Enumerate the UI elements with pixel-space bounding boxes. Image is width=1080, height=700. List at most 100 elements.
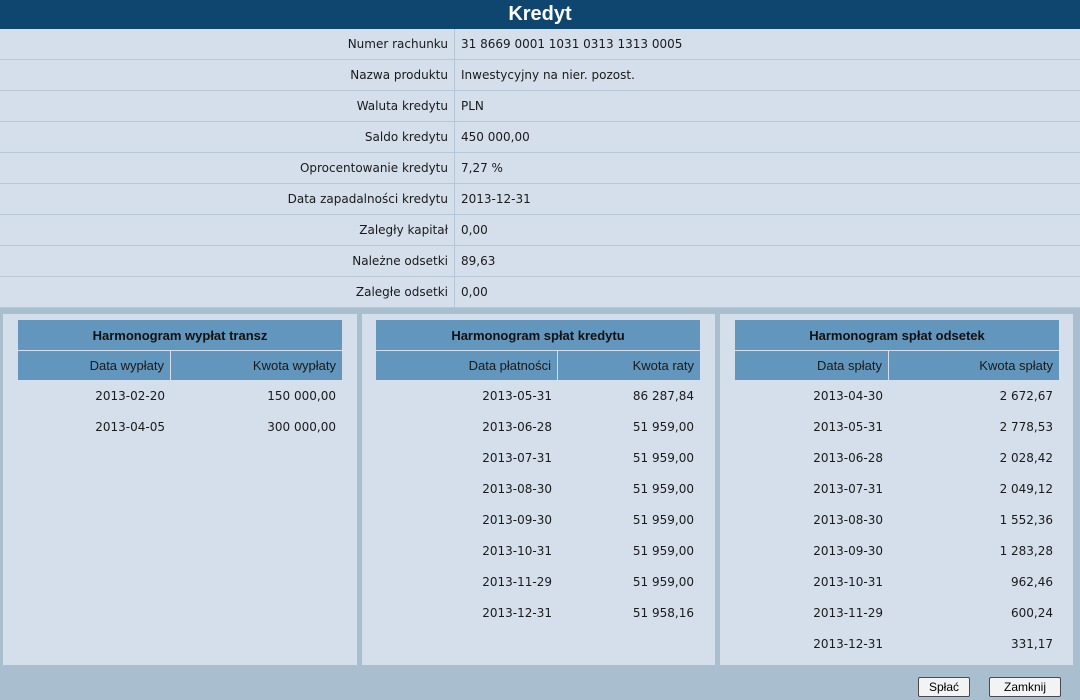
detail-row-overdue-interest: Zaległe odsetki 0,00: [0, 277, 1080, 308]
detail-value: 0,00: [461, 223, 488, 237]
detail-row-product-name: Nazwa produktu Inwestycyjny na nier. poz…: [0, 60, 1080, 91]
detail-row-due-interest: Należne odsetki 89,63: [0, 246, 1080, 277]
table-row: 2013-06-28 51 959,00: [376, 412, 700, 443]
row-date: 2013-12-31: [482, 606, 552, 620]
table-row: 2013-07-31 2 049,12: [735, 474, 1059, 505]
row-amount: 86 287,84: [632, 389, 694, 403]
loan-details: Numer rachunku 31 8669 0001 1031 0313 13…: [0, 29, 1080, 308]
row-date: 2013-11-29: [813, 606, 883, 620]
row-date: 2013-09-30: [482, 513, 552, 527]
row-amount: 331,17: [1011, 637, 1053, 651]
row-amount: 51 959,00: [632, 420, 694, 434]
table-row: 2013-04-05 300 000,00: [18, 412, 342, 443]
table-row: 2013-05-31 2 778,53: [735, 412, 1059, 443]
table-row: 2013-07-31 51 959,00: [376, 443, 700, 474]
row-amount: 150 000,00: [267, 389, 336, 403]
detail-value: 0,00: [461, 285, 488, 299]
detail-value: 450 000,00: [461, 130, 530, 144]
detail-label: Waluta kredytu: [0, 91, 455, 121]
detail-row-maturity-date: Data zapadalności kredytu 2013-12-31: [0, 184, 1080, 215]
row-date: 2013-11-29: [482, 575, 552, 589]
row-amount: 51 958,16: [632, 606, 694, 620]
row-amount: 1 552,36: [999, 513, 1053, 527]
detail-label: Zaległe odsetki: [0, 277, 455, 307]
detail-value: 7,27 %: [461, 161, 503, 175]
table-row: 2013-09-30 51 959,00: [376, 505, 700, 536]
detail-label: Zaległy kapitał: [0, 215, 455, 245]
column-header-row: Data płatności Kwota raty: [376, 351, 700, 380]
detail-label: Należne odsetki: [0, 246, 455, 276]
detail-row-interest-rate: Oprocentowanie kredytu 7,27 %: [0, 153, 1080, 184]
row-date: 2013-02-20: [95, 389, 165, 403]
table-row: 2013-05-31 86 287,84: [376, 381, 700, 412]
column-header-amount: Kwota raty: [632, 358, 694, 373]
detail-row-balance: Saldo kredytu 450 000,00: [0, 122, 1080, 153]
panel-title: Harmonogram spłat kredytu: [376, 320, 700, 350]
close-button[interactable]: Zamknij: [989, 677, 1061, 697]
column-header-date: Data płatności: [376, 351, 558, 380]
row-date: 2013-04-05: [95, 420, 165, 434]
detail-label: Oprocentowanie kredytu: [0, 153, 455, 183]
detail-value: 2013-12-31: [461, 192, 531, 206]
row-amount: 962,46: [1011, 575, 1053, 589]
table-row: 2013-10-31 962,46: [735, 567, 1059, 598]
row-date: 2013-04-30: [813, 389, 883, 403]
row-amount: 2 672,67: [999, 389, 1053, 403]
detail-label: Nazwa produktu: [0, 60, 455, 90]
table-row: 2013-12-31 331,17: [735, 629, 1059, 660]
interest-repayment-panel: Harmonogram spłat odsetek Data spłaty Kw…: [720, 314, 1073, 665]
table-row: 2013-04-30 2 672,67: [735, 381, 1059, 412]
row-date: 2013-06-28: [482, 420, 552, 434]
loan-repayment-panel: Harmonogram spłat kredytu Data płatności…: [362, 314, 715, 665]
row-date: 2013-08-30: [482, 482, 552, 496]
row-date: 2013-10-31: [813, 575, 883, 589]
detail-value: 31 8669 0001 1031 0313 1313 0005: [461, 37, 683, 51]
row-date: 2013-10-31: [482, 544, 552, 558]
row-date: 2013-05-31: [482, 389, 552, 403]
row-amount: 300 000,00: [267, 420, 336, 434]
row-amount: 51 959,00: [632, 575, 694, 589]
schedule-rows: 2013-05-31 86 287,84 2013-06-28 51 959,00 …: [376, 381, 700, 629]
table-row: 2013-09-30 1 283,28: [735, 536, 1059, 567]
row-date: 2013-06-28: [813, 451, 883, 465]
schedule-rows: 2013-04-30 2 672,67 2013-05-31 2 778,53 20…: [735, 381, 1059, 660]
row-amount: 51 959,00: [632, 482, 694, 496]
detail-label: Saldo kredytu: [0, 122, 455, 152]
detail-row-currency: Waluta kredytu PLN: [0, 91, 1080, 122]
row-amount: 51 959,00: [632, 544, 694, 558]
table-row: 2013-10-31 51 959,00: [376, 536, 700, 567]
table-row: 2013-11-29 51 959,00: [376, 567, 700, 598]
detail-value: 89,63: [461, 254, 496, 268]
row-amount: 600,24: [1011, 606, 1053, 620]
detail-label: Numer rachunku: [0, 29, 455, 59]
table-row: 2013-06-28 2 028,42: [735, 443, 1059, 474]
row-date: 2013-07-31: [813, 482, 883, 496]
pay-button[interactable]: Spłać: [918, 677, 970, 697]
detail-value: Inwestycyjny na nier. pozost.: [461, 68, 635, 82]
table-row: 2013-08-30 51 959,00: [376, 474, 700, 505]
window-title: Kredyt: [0, 0, 1080, 29]
detail-row-overdue-capital: Zaległy kapitał 0,00: [0, 215, 1080, 246]
table-row: 2013-11-29 600,24: [735, 598, 1059, 629]
column-header-date: Data wypłaty: [18, 351, 171, 380]
row-amount: 2 778,53: [999, 420, 1053, 434]
row-date: 2013-07-31: [482, 451, 552, 465]
table-row: 2013-02-20 150 000,00: [18, 381, 342, 412]
row-amount: 51 959,00: [632, 451, 694, 465]
detail-row-account-number: Numer rachunku 31 8669 0001 1031 0313 13…: [0, 29, 1080, 60]
row-amount: 2 028,42: [999, 451, 1053, 465]
table-row: 2013-12-31 51 958,16: [376, 598, 700, 629]
row-date: 2013-08-30: [813, 513, 883, 527]
detail-label: Data zapadalności kredytu: [0, 184, 455, 214]
panel-title: Harmonogram spłat odsetek: [735, 320, 1059, 350]
detail-value: PLN: [461, 99, 484, 113]
column-header-row: Data spłaty Kwota spłaty: [735, 351, 1059, 380]
column-header-amount: Kwota spłaty: [979, 358, 1053, 373]
tranche-schedule-panel: Harmonogram wypłat transz Data wypłaty K…: [3, 314, 357, 665]
row-amount: 51 959,00: [632, 513, 694, 527]
column-header-amount: Kwota wypłaty: [252, 358, 336, 373]
column-header-date: Data spłaty: [735, 351, 889, 380]
column-header-row: Data wypłaty Kwota wypłaty: [18, 351, 342, 380]
row-date: 2013-12-31: [813, 637, 883, 651]
panel-title: Harmonogram wypłat transz: [18, 320, 342, 350]
